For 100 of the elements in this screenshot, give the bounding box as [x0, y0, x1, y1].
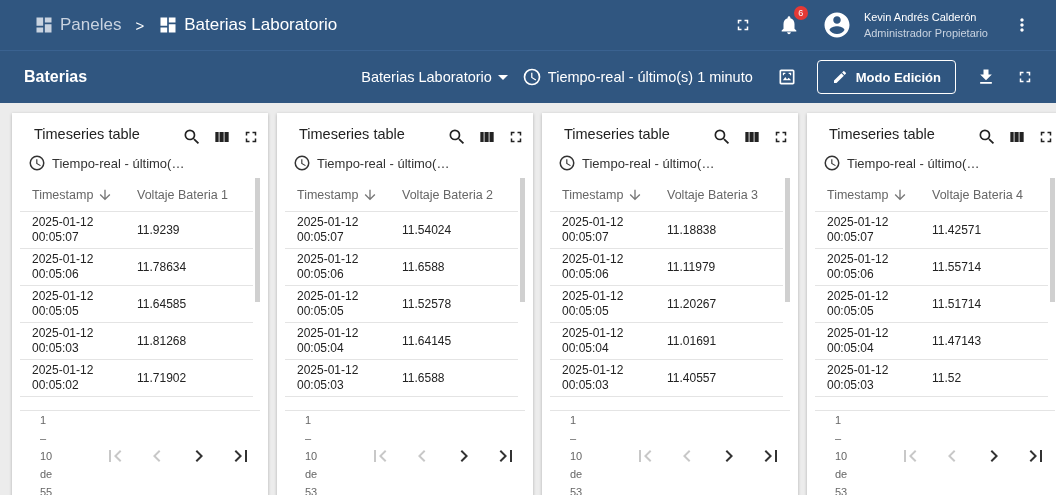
page-range-text: 1 [40, 413, 47, 428]
page-range-text: – [835, 431, 842, 446]
table-cell: 11.01691 [667, 333, 717, 349]
scrollbar[interactable] [520, 178, 525, 302]
clock-icon [558, 154, 576, 172]
table-cell-text: 2025-01-12 00:05:02 [31, 363, 95, 393]
scrollbar[interactable] [255, 178, 260, 302]
table-cell-text: 2025-01-12 00:05:03 [31, 326, 95, 356]
column-header[interactable]: Voltaje Bateria 4 [932, 187, 1024, 202]
search-icon[interactable] [447, 127, 467, 147]
state-selector[interactable]: Baterias Laboratorio [361, 69, 508, 85]
table-cell: 11.64585 [137, 296, 187, 312]
table-cell: 11.9239 [137, 222, 180, 238]
last-page-icon[interactable] [1029, 450, 1043, 462]
page-range-text: 1 [570, 413, 577, 428]
table-cell-text: 2025-01-12 00:05:04 [296, 326, 360, 356]
timewindow-label: Tiempo-real - último(… [317, 155, 450, 171]
page-range-text: – [305, 431, 312, 446]
search-icon[interactable] [712, 127, 732, 147]
pencil-icon [831, 69, 848, 85]
search-icon[interactable] [977, 127, 997, 147]
table-cell-text: 2025-01-12 00:05:07 [296, 215, 360, 245]
scrollbar[interactable] [785, 178, 790, 302]
table-cell-text: 2025-01-12 00:05:07 [31, 215, 95, 245]
page-range-text: de [40, 467, 53, 482]
page-range-text: 10 [570, 449, 583, 464]
column-header[interactable]: Voltaje Bateria 3 [667, 187, 759, 202]
table-cell-text: 2025-01-12 00:05:03 [561, 363, 625, 393]
table-cell: 11.18838 [667, 222, 717, 238]
breadcrumb-link[interactable]: Paneles [60, 15, 122, 35]
page-range-text: 1 [835, 413, 842, 428]
table-cell: 11.64145 [402, 333, 452, 349]
column-header[interactable]: Timestamp [285, 186, 402, 203]
search-icon[interactable] [182, 127, 202, 147]
table-cell-text: 2025-01-12 00:05:05 [826, 289, 890, 319]
table-cell: 11.78634 [137, 259, 187, 275]
table-cell-text: 2025-01-12 00:05:06 [296, 252, 360, 282]
widget-title: Timeseries table [34, 126, 141, 142]
column-header[interactable]: Timestamp [815, 186, 932, 203]
table-cell: 11.6588 [402, 259, 445, 275]
table-cell-text: 2025-01-12 00:05:06 [561, 252, 625, 282]
user-name: Kevin Andrés Calderón [863, 10, 978, 25]
table-cell: 11.54024 [402, 222, 452, 238]
column-header[interactable]: Voltaje Bateria 1 [137, 187, 229, 202]
last-page-icon[interactable] [234, 450, 248, 462]
user-role: Administrador Propietario [863, 26, 988, 41]
table-cell: 11.52578 [402, 296, 452, 312]
timewindow-label: Tiempo-real - último(… [52, 155, 185, 171]
clock-icon [521, 67, 542, 87]
caret-icon [497, 74, 508, 80]
widget-title: Timeseries table [829, 126, 936, 142]
table-cell: 11.55714 [932, 259, 982, 275]
table-cell-text: 2025-01-12 00:05:04 [561, 326, 625, 356]
table-cell-text: 2025-01-12 00:05:06 [826, 252, 890, 282]
table-cell-text: 2025-01-12 00:05:05 [561, 289, 625, 319]
dashboard-title: Baterias [24, 68, 88, 86]
table-cell: 11.6588 [402, 370, 445, 386]
table-cell-text: 2025-01-12 00:05:05 [296, 289, 360, 319]
table-cell: 11.71902 [137, 370, 187, 386]
column-header[interactable]: Voltaje Bateria 2 [402, 187, 494, 202]
table-cell: 11.11979 [667, 259, 716, 275]
notification-badge: 6 [793, 6, 808, 20]
last-page-icon[interactable] [499, 450, 513, 462]
table-cell-text: 2025-01-12 00:05:06 [31, 252, 95, 282]
page-range-text: 10 [835, 449, 848, 464]
dashboard-icon [34, 15, 54, 35]
page-range-text: de [305, 467, 318, 482]
page-range-text: de [570, 467, 583, 482]
timewindow-button[interactable]: Tiempo-real - último(s) 1 minuto [521, 67, 753, 87]
column-header[interactable]: Timestamp [20, 186, 137, 203]
table-cell-text: 2025-01-12 00:05:03 [826, 363, 890, 393]
timewindow-label: Tiempo-real - último(… [847, 155, 980, 171]
table-cell: 11.52 [932, 370, 962, 386]
page-range-text: – [40, 431, 47, 446]
table-cell: 11.81268 [137, 333, 187, 349]
column-header[interactable]: Timestamp [550, 186, 667, 203]
clock-icon [823, 154, 841, 172]
breadcrumb-separator: > [135, 16, 145, 34]
widget-title: Timeseries table [299, 126, 406, 142]
table-cell-text: 2025-01-12 00:05:07 [561, 215, 625, 245]
page-range-text: 1 [305, 413, 312, 428]
clock-icon [293, 154, 311, 172]
table-cell: 11.42571 [932, 222, 982, 238]
timewindow-label: Tiempo-real - último(… [582, 155, 715, 171]
table-cell: 11.47143 [932, 333, 982, 349]
breadcrumb-link[interactable]: Baterias Laboratorio [184, 15, 338, 35]
page-range-text: 10 [305, 449, 318, 464]
table-cell-text: 2025-01-12 00:05:04 [826, 326, 890, 356]
widget-title: Timeseries table [564, 126, 671, 142]
scrollbar[interactable] [1050, 178, 1055, 302]
page-range-text: 10 [40, 449, 53, 464]
dashboard-icon [158, 15, 179, 35]
table-cell: 11.20267 [667, 296, 717, 312]
table-cell-text: 2025-01-12 00:05:07 [826, 215, 890, 245]
edit-mode-button[interactable]: Modo Edición [816, 60, 956, 94]
last-page-icon[interactable] [764, 450, 778, 462]
page-range-text: – [570, 431, 577, 446]
table-cell: 11.40557 [667, 370, 717, 386]
table-cell-text: 2025-01-12 00:05:05 [31, 289, 95, 319]
table-cell: 11.51714 [932, 296, 982, 312]
